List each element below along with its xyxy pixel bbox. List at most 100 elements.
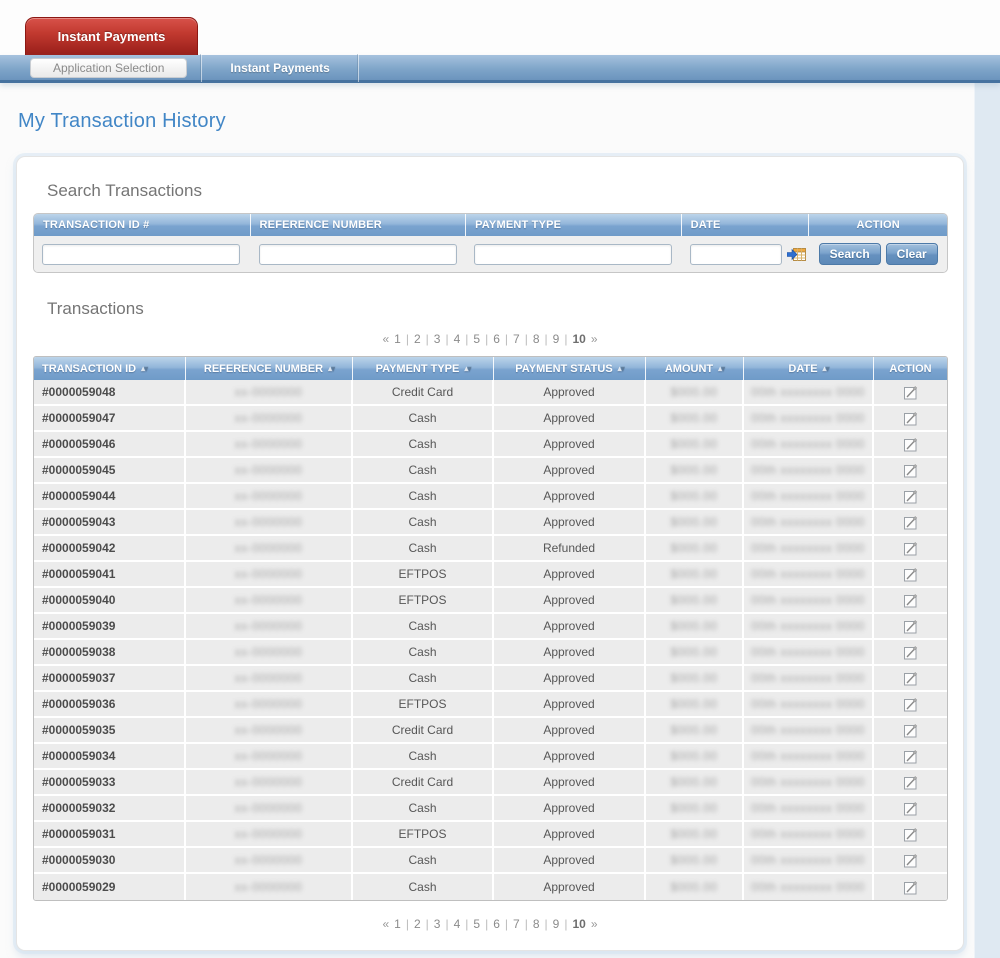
- redacted-date: 00th xxxxxxxx 0000: [751, 385, 865, 399]
- instant-payments-app-tab[interactable]: Instant Payments: [25, 17, 198, 55]
- pagination-separator: |: [445, 917, 448, 931]
- edit-icon[interactable]: [903, 541, 918, 556]
- search-button[interactable]: Search: [819, 243, 881, 265]
- edit-icon[interactable]: [903, 697, 918, 712]
- sort-up-down-icon[interactable]: [618, 364, 624, 373]
- redacted-date: 00th xxxxxxxx 0000: [751, 411, 865, 425]
- transaction-id-cell: #0000059045: [34, 458, 186, 482]
- pagination-page-8[interactable]: 8: [533, 332, 540, 346]
- payment-status-cell: Approved: [494, 770, 646, 794]
- payment-status-cell: Approved: [494, 406, 646, 430]
- redacted-reference: xx-0000000: [235, 593, 303, 607]
- edit-icon[interactable]: [903, 671, 918, 686]
- reference-number-input[interactable]: [259, 244, 457, 265]
- payment-status-cell: Approved: [494, 848, 646, 872]
- edit-icon[interactable]: [903, 567, 918, 582]
- calendar-icon[interactable]: [787, 247, 807, 262]
- header-transaction-id[interactable]: TRANSACTION ID: [34, 357, 186, 380]
- pagination-page-4[interactable]: 4: [454, 332, 461, 346]
- pagination-page-3[interactable]: 3: [434, 332, 441, 346]
- edit-icon[interactable]: [903, 827, 918, 842]
- redacted-amount: $000.00: [671, 723, 718, 737]
- pagination-page-6[interactable]: 6: [493, 332, 500, 346]
- pagination-page-9[interactable]: 9: [553, 332, 560, 346]
- pagination-page-5[interactable]: 5: [473, 917, 480, 931]
- pagination-page-4[interactable]: 4: [454, 917, 461, 931]
- reference-number-cell: xx-0000000: [186, 562, 353, 586]
- pagination-page-9[interactable]: 9: [553, 917, 560, 931]
- header-reference-number[interactable]: REFERENCE NUMBER: [186, 357, 353, 380]
- edit-icon[interactable]: [903, 385, 918, 400]
- header-payment-status[interactable]: PAYMENT STATUS: [494, 357, 646, 380]
- edit-icon[interactable]: [903, 437, 918, 452]
- redacted-reference: xx-0000000: [235, 671, 303, 685]
- payment-type-cell: EFTPOS: [353, 562, 494, 586]
- action-cell: [874, 744, 947, 768]
- header-payment-type[interactable]: PAYMENT TYPE: [353, 357, 494, 380]
- header-date[interactable]: DATE: [744, 357, 874, 380]
- date-cell: 00th xxxxxxxx 0000: [744, 692, 874, 716]
- reference-number-cell: xx-0000000: [186, 718, 353, 742]
- edit-icon[interactable]: [903, 749, 918, 764]
- nav-item-instant-payments[interactable]: Instant Payments: [202, 61, 357, 75]
- edit-icon[interactable]: [903, 411, 918, 426]
- date-cell: 00th xxxxxxxx 0000: [744, 822, 874, 846]
- pagination-prev[interactable]: «: [382, 917, 389, 931]
- edit-icon[interactable]: [903, 593, 918, 608]
- pagination-next[interactable]: »: [591, 332, 598, 346]
- sort-up-down-icon[interactable]: [718, 364, 724, 373]
- edit-icon[interactable]: [903, 723, 918, 738]
- transaction-id-cell: #0000059030: [34, 848, 186, 872]
- edit-icon[interactable]: [903, 853, 918, 868]
- pagination-page-6[interactable]: 6: [493, 917, 500, 931]
- edit-icon[interactable]: [903, 645, 918, 660]
- pagination-prev[interactable]: «: [382, 332, 389, 346]
- date-input[interactable]: [690, 244, 782, 265]
- pagination-page-10[interactable]: 10: [572, 332, 585, 346]
- pagination-page-2[interactable]: 2: [414, 332, 421, 346]
- action-cell: [874, 562, 947, 586]
- pagination-page-10[interactable]: 10: [572, 917, 585, 931]
- pagination-page-2[interactable]: 2: [414, 917, 421, 931]
- redacted-amount: $000.00: [671, 671, 718, 685]
- redacted-amount: $000.00: [671, 801, 718, 815]
- pagination-page-3[interactable]: 3: [434, 917, 441, 931]
- edit-icon[interactable]: [903, 775, 918, 790]
- pagination-page-7[interactable]: 7: [513, 917, 520, 931]
- reference-number-cell: xx-0000000: [186, 640, 353, 664]
- sort-up-down-icon[interactable]: [328, 364, 334, 373]
- clear-button[interactable]: Clear: [886, 243, 938, 265]
- search-col-transaction-id: TRANSACTION ID #: [34, 214, 251, 236]
- header-amount[interactable]: AMOUNT: [646, 357, 744, 380]
- pagination-page-7[interactable]: 7: [513, 332, 520, 346]
- redacted-amount: $000.00: [671, 775, 718, 789]
- search-col-payment-type: PAYMENT TYPE: [466, 214, 682, 236]
- pagination-page-1[interactable]: 1: [394, 917, 401, 931]
- sort-up-down-icon[interactable]: [141, 364, 147, 373]
- application-selection-button[interactable]: Application Selection: [30, 58, 187, 78]
- date-cell: 00th xxxxxxxx 0000: [744, 614, 874, 638]
- transaction-id-input[interactable]: [42, 244, 240, 265]
- transactions-table-header: TRANSACTION ID REFERENCE NUMBER PAYMENT …: [34, 357, 947, 380]
- table-row: #0000059032 xx-0000000 Cash Approved $00…: [34, 796, 947, 822]
- reference-number-cell: xx-0000000: [186, 744, 353, 768]
- sort-up-down-icon[interactable]: [464, 364, 470, 373]
- app-header: Instant Payments: [0, 0, 1000, 55]
- sort-up-down-icon[interactable]: [823, 364, 829, 373]
- edit-icon[interactable]: [903, 801, 918, 816]
- edit-icon[interactable]: [903, 515, 918, 530]
- payment-status-cell: Refunded: [494, 536, 646, 560]
- pagination-page-5[interactable]: 5: [473, 332, 480, 346]
- reference-number-cell: xx-0000000: [186, 848, 353, 872]
- pagination-page-8[interactable]: 8: [533, 917, 540, 931]
- pagination-separator: |: [564, 332, 567, 346]
- edit-icon[interactable]: [903, 619, 918, 634]
- action-cell: [874, 692, 947, 716]
- payment-type-input[interactable]: [474, 244, 672, 265]
- payment-type-cell: Cash: [353, 432, 494, 456]
- edit-icon[interactable]: [903, 489, 918, 504]
- edit-icon[interactable]: [903, 463, 918, 478]
- pagination-page-1[interactable]: 1: [394, 332, 401, 346]
- edit-icon[interactable]: [903, 880, 918, 895]
- pagination-next[interactable]: »: [591, 917, 598, 931]
